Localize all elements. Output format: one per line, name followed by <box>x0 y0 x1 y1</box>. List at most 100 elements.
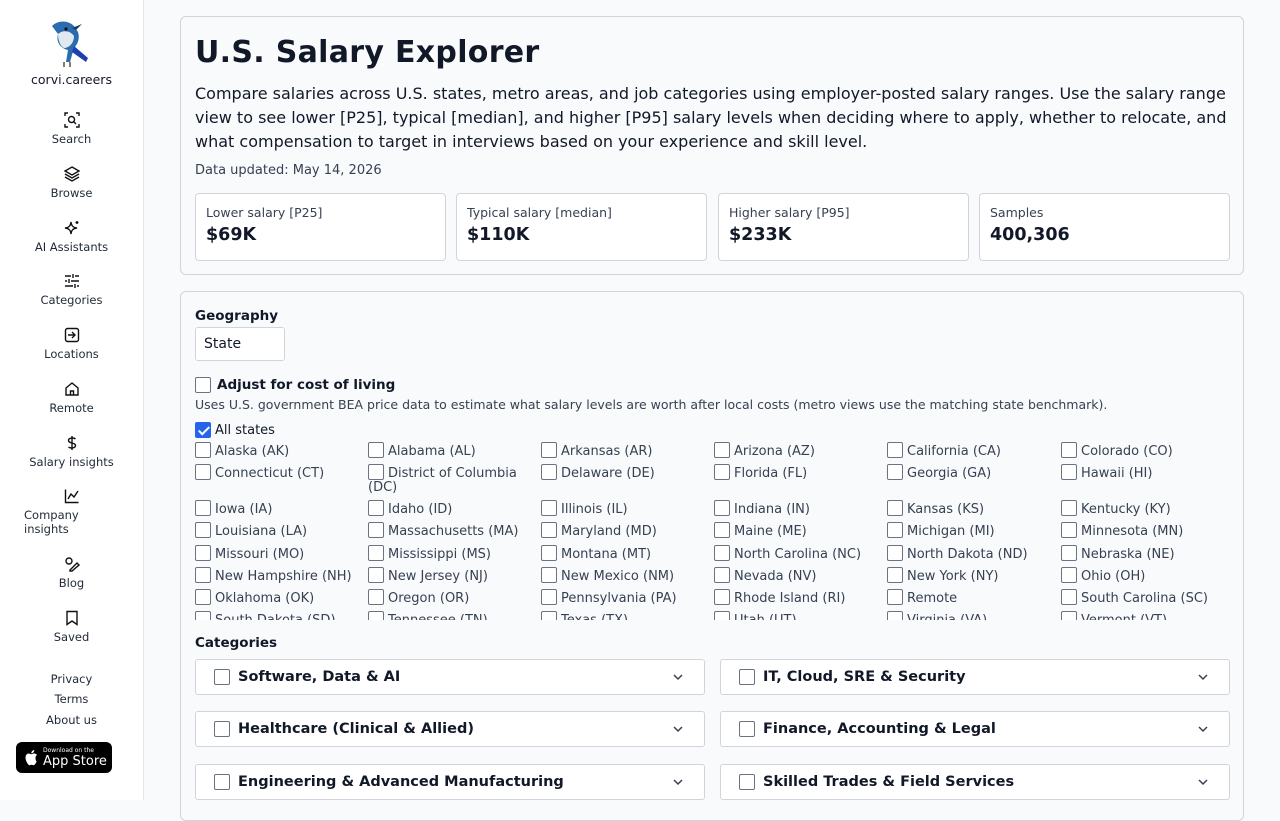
state-checkbox[interactable] <box>368 589 384 605</box>
state-option[interactable]: Vermont (VT) <box>1061 611 1231 620</box>
state-option[interactable]: Nevada (NV) <box>714 567 884 584</box>
state-option[interactable]: New Hampshire (NH) <box>195 567 365 584</box>
state-checkbox[interactable] <box>195 442 211 458</box>
state-checkbox[interactable] <box>368 442 384 458</box>
state-checkbox[interactable] <box>541 522 557 538</box>
state-checkbox[interactable] <box>195 589 211 605</box>
state-checkbox[interactable] <box>541 464 557 480</box>
state-option[interactable]: Idaho (ID) <box>368 500 538 517</box>
state-checkbox[interactable] <box>887 442 903 458</box>
state-option[interactable]: North Carolina (NC) <box>714 545 884 562</box>
state-option[interactable]: Illinois (IL) <box>541 500 711 517</box>
state-option[interactable]: Minnesota (MN) <box>1061 522 1231 539</box>
state-option[interactable]: Georgia (GA) <box>887 464 1057 481</box>
category-checkbox[interactable] <box>739 669 755 685</box>
state-checkbox[interactable] <box>714 545 730 561</box>
state-checkbox[interactable] <box>1061 500 1077 516</box>
cost-of-living-toggle[interactable]: Adjust for cost of living <box>195 377 395 393</box>
state-checkbox[interactable] <box>195 567 211 583</box>
state-option[interactable]: Kansas (KS) <box>887 500 1057 517</box>
state-option[interactable]: Arizona (AZ) <box>714 442 884 459</box>
state-checkbox[interactable] <box>541 589 557 605</box>
nav-ai-assistants[interactable]: AI Assistants <box>0 220 143 254</box>
state-checkbox[interactable] <box>887 589 903 605</box>
nav-blog[interactable]: Blog <box>0 556 143 590</box>
category-accordion[interactable]: Healthcare (Clinical & Allied) <box>195 711 705 747</box>
about-link[interactable]: About us <box>0 713 143 727</box>
nav-remote[interactable]: Remote <box>0 381 143 415</box>
state-option[interactable]: Connecticut (CT) <box>195 464 365 481</box>
state-option[interactable]: Pennsylvania (PA) <box>541 589 711 606</box>
state-checkbox[interactable] <box>714 522 730 538</box>
category-checkbox[interactable] <box>214 721 230 737</box>
chevron-down-icon[interactable] <box>1197 776 1209 788</box>
state-option[interactable]: Tennessee (TN) <box>368 611 538 620</box>
state-option[interactable]: Montana (MT) <box>541 545 711 562</box>
nav-browse[interactable]: Browse <box>0 166 143 200</box>
state-option[interactable]: New York (NY) <box>887 567 1057 584</box>
state-option[interactable]: Remote <box>887 589 1057 606</box>
app-store-badge[interactable]: Download on the App Store <box>16 742 112 773</box>
state-checkbox[interactable] <box>368 611 384 620</box>
category-checkbox[interactable] <box>214 774 230 790</box>
state-checkbox[interactable] <box>887 464 903 480</box>
chevron-down-icon[interactable] <box>1197 723 1209 735</box>
category-checkbox[interactable] <box>739 721 755 737</box>
state-checkbox[interactable] <box>714 589 730 605</box>
state-option[interactable]: Arkansas (AR) <box>541 442 711 459</box>
geography-select[interactable]: State <box>195 327 285 361</box>
state-checkbox[interactable] <box>714 464 730 480</box>
state-checkbox[interactable] <box>195 545 211 561</box>
state-checkbox[interactable] <box>887 567 903 583</box>
category-accordion[interactable]: Skilled Trades & Field Services <box>720 764 1230 800</box>
state-checkbox[interactable] <box>541 611 557 620</box>
state-checkbox[interactable] <box>195 611 211 620</box>
state-checkbox[interactable] <box>541 500 557 516</box>
bird-logo-icon[interactable] <box>48 18 96 68</box>
privacy-link[interactable]: Privacy <box>0 672 143 686</box>
state-option[interactable]: Indiana (IN) <box>714 500 884 517</box>
state-checkbox[interactable] <box>368 500 384 516</box>
state-checkbox[interactable] <box>541 545 557 561</box>
chevron-down-icon[interactable] <box>1197 671 1209 683</box>
chevron-down-icon[interactable] <box>672 776 684 788</box>
state-checkbox[interactable] <box>714 500 730 516</box>
state-option[interactable]: Oregon (OR) <box>368 589 538 606</box>
state-checkbox[interactable] <box>1061 567 1077 583</box>
state-option[interactable]: District of Columbia (DC) <box>368 464 538 495</box>
state-option[interactable]: Alabama (AL) <box>368 442 538 459</box>
state-checkbox[interactable] <box>714 442 730 458</box>
state-checkbox[interactable] <box>368 545 384 561</box>
state-option[interactable]: Texas (TX) <box>541 611 711 620</box>
state-option[interactable]: South Dakota (SD) <box>195 611 365 620</box>
brand-name[interactable]: corvi.careers <box>0 72 143 87</box>
state-option[interactable]: Delaware (DE) <box>541 464 711 481</box>
state-checkbox[interactable] <box>1061 522 1077 538</box>
state-option[interactable]: Missouri (MO) <box>195 545 365 562</box>
state-checkbox[interactable] <box>714 611 730 620</box>
category-accordion[interactable]: Engineering & Advanced Manufacturing <box>195 764 705 800</box>
state-checkbox[interactable] <box>368 522 384 538</box>
state-option[interactable]: New Jersey (NJ) <box>368 567 538 584</box>
state-checkbox[interactable] <box>887 522 903 538</box>
chevron-down-icon[interactable] <box>672 723 684 735</box>
all-states-toggle[interactable]: All states <box>195 422 275 438</box>
state-checkbox[interactable] <box>541 567 557 583</box>
state-checkbox[interactable] <box>1061 611 1077 620</box>
state-option[interactable]: Michigan (MI) <box>887 522 1057 539</box>
nav-categories[interactable]: Categories <box>0 273 143 307</box>
state-option[interactable]: Maryland (MD) <box>541 522 711 539</box>
state-checkbox[interactable] <box>887 545 903 561</box>
state-checkbox[interactable] <box>1061 589 1077 605</box>
state-option[interactable]: Mississippi (MS) <box>368 545 538 562</box>
nav-locations[interactable]: Locations <box>0 327 143 361</box>
state-option[interactable]: South Carolina (SC) <box>1061 589 1231 606</box>
state-option[interactable]: Nebraska (NE) <box>1061 545 1231 562</box>
state-option[interactable]: Alaska (AK) <box>195 442 365 459</box>
state-checkbox[interactable] <box>368 567 384 583</box>
state-checkbox[interactable] <box>1061 464 1077 480</box>
state-checkbox[interactable] <box>368 464 384 480</box>
state-checkbox[interactable] <box>1061 442 1077 458</box>
category-accordion[interactable]: Software, Data & AI <box>195 659 705 695</box>
chevron-down-icon[interactable] <box>672 671 684 683</box>
